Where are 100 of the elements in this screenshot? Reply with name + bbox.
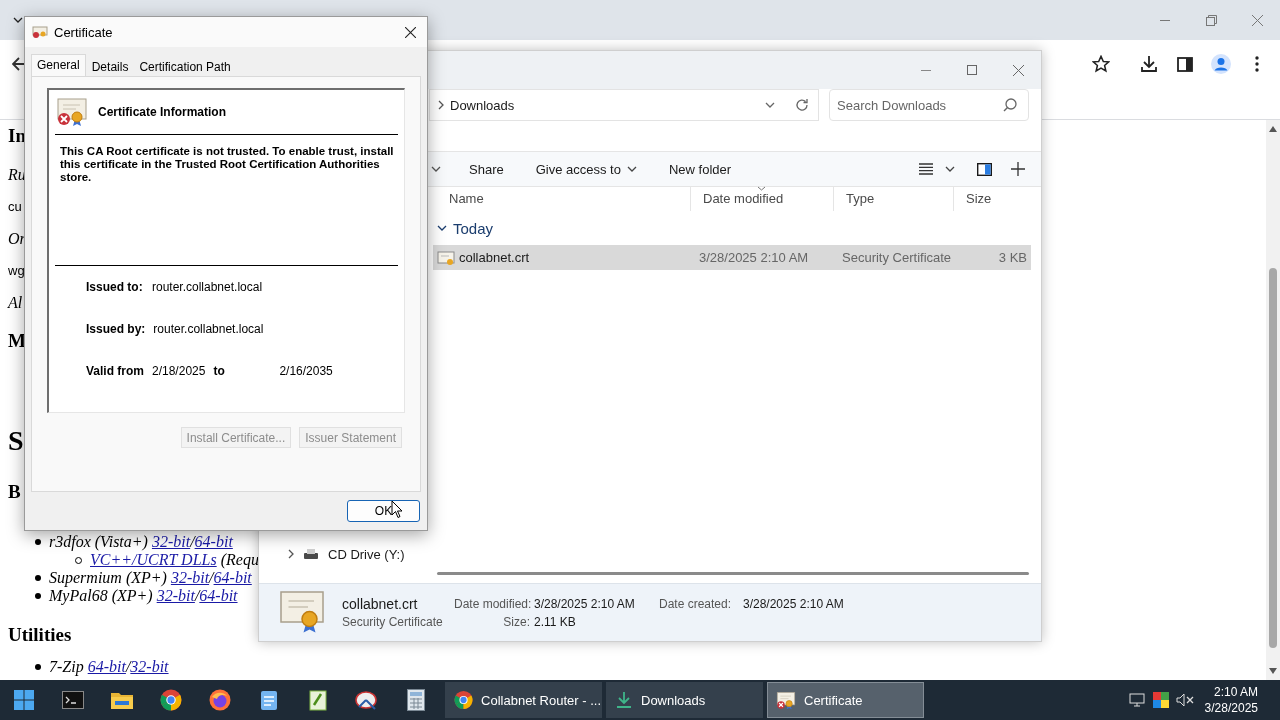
folder-icon[interactable] (111, 691, 133, 709)
chevron-down-icon[interactable] (765, 102, 775, 108)
download-link[interactable]: 64-bit (213, 569, 252, 586)
detail-value: 3/28/2025 2:10 AM (742, 596, 845, 611)
preview-pane-icon[interactable] (976, 162, 992, 176)
calculator-icon[interactable] (407, 689, 425, 711)
scrollbar-thumb[interactable] (1269, 268, 1277, 648)
list-bullet (35, 575, 41, 581)
tab[interactable]: Certification Path (134, 58, 236, 76)
page-heading: S (8, 425, 24, 456)
menu-icon[interactable] (1255, 56, 1259, 72)
text-editor-icon[interactable] (309, 689, 327, 711)
nav-item[interactable]: CD Drive (Y:) (259, 542, 429, 566)
chevron-down-icon (437, 225, 447, 231)
side-panel-icon[interactable] (1177, 56, 1193, 72)
address-bar[interactable]: Downloads (429, 89, 819, 121)
list-bullet (35, 593, 41, 599)
list-bullet (35, 539, 41, 545)
tab[interactable]: General (31, 54, 86, 76)
search-field[interactable]: Search Downloads (829, 89, 1029, 121)
minimize-icon[interactable] (921, 69, 931, 71)
certificate-error-icon (776, 690, 796, 710)
field-value: 2/16/2035 (279, 364, 333, 378)
taskbar-button[interactable]: Collabnet Router - ... (445, 682, 602, 718)
toolbar-button[interactable]: Give access to (519, 154, 653, 184)
detail-value: 2.11 KB (533, 614, 577, 629)
minimize-icon[interactable] (1160, 19, 1170, 21)
certificate-error-icon (56, 97, 88, 127)
field-label: Valid from (86, 364, 144, 378)
column-header[interactable]: Size (954, 187, 1035, 211)
list-item-text: 7-Zip 64-bit/32-bit (49, 658, 169, 676)
ok-button[interactable]: OK (347, 500, 420, 522)
notepad-icon[interactable] (260, 689, 278, 711)
body-text: wg (8, 263, 25, 278)
body-text: Or (8, 230, 26, 247)
column-header[interactable]: Date modified (691, 187, 834, 211)
restore-icon[interactable] (1205, 14, 1217, 26)
download-link[interactable]: 32-bit (151, 533, 191, 550)
satellite-dish-icon[interactable] (355, 689, 379, 711)
column-header[interactable]: Name (437, 187, 691, 211)
detail-label: Size: (502, 614, 531, 629)
tab[interactable]: Details (86, 58, 134, 76)
download-link[interactable]: 32-bit (170, 569, 210, 586)
chrome-icon (454, 690, 474, 710)
maximize-icon[interactable] (967, 65, 977, 75)
body-text: Al (8, 294, 23, 311)
breadcrumb-item[interactable]: Downloads (450, 97, 754, 113)
color-icon[interactable] (1152, 692, 1169, 708)
chevron-down-icon[interactable] (945, 166, 955, 172)
field-label: to (213, 364, 226, 378)
chrome-icon (160, 689, 182, 711)
download-link[interactable]: 64-bit (199, 587, 238, 604)
horizontal-scrollbar[interactable] (437, 572, 1029, 575)
download-link[interactable]: 32-bit (156, 587, 195, 604)
firefox-icon[interactable] (209, 689, 231, 711)
detail-value: 3/28/2025 2:10 AM (533, 596, 636, 611)
chevron-down-icon (626, 166, 637, 172)
mouse-pointer-icon (391, 500, 403, 519)
list-item-text: r3dfox (Vista+) 32-bit/64-bit (49, 533, 233, 551)
detail-file-type: Security Certificate (342, 614, 444, 629)
close-icon[interactable] (404, 26, 416, 38)
speaker-muted-icon[interactable] (1175, 693, 1194, 707)
tab-search-icon[interactable] (13, 17, 23, 23)
download-link[interactable]: 32-bit (130, 658, 169, 675)
section-heading: Certificate Information (98, 105, 226, 119)
certificate-file-icon (437, 249, 455, 266)
display-icon[interactable] (1128, 693, 1145, 707)
download-icon[interactable] (1140, 55, 1158, 73)
body-text: cu (8, 199, 22, 214)
file-size: 3 KB (998, 250, 1027, 265)
field-label: Issued to: (86, 280, 144, 294)
toolbar-button[interactable]: Share (453, 154, 520, 184)
field-label: Issued by: (86, 322, 146, 336)
file-name: collabnet.crt (459, 250, 530, 265)
terminal-icon[interactable] (62, 691, 84, 709)
toolbar-button[interactable]: New folder (652, 154, 748, 184)
section-heading: M (8, 330, 26, 351)
field-value: 2/18/2025 (152, 364, 206, 378)
chevron-down-icon[interactable] (431, 166, 441, 172)
windows-start-icon[interactable] (14, 690, 34, 710)
column-header[interactable]: Type (834, 187, 954, 211)
detail-label: Date modified: (454, 596, 532, 611)
file-row[interactable]: collabnet.crt 3/28/2025 2:10 AM Security Certificate 3 KB (433, 245, 1031, 270)
scroll-up-icon[interactable] (1269, 126, 1277, 132)
add-icon[interactable] (1011, 162, 1025, 176)
group-header[interactable]: Today (437, 211, 1041, 245)
search-icon[interactable] (1003, 98, 1017, 112)
download-link[interactable]: 64-bit (87, 658, 126, 675)
list-bullet (35, 664, 41, 670)
taskbar-button[interactable]: Certificate (767, 682, 924, 718)
taskbar-button[interactable]: Downloads (606, 682, 763, 718)
system-clock[interactable]: 2:10 AM 3/28/2025 (1204, 684, 1258, 716)
refresh-icon[interactable] (795, 98, 809, 112)
scroll-down-icon[interactable] (1269, 668, 1277, 674)
field-value: router.collabnet.local (152, 280, 263, 294)
profile-icon[interactable] (1211, 54, 1231, 74)
download-link[interactable]: VC++/UCRT DLLs (90, 551, 217, 568)
list-view-icon[interactable] (919, 163, 933, 175)
star-icon[interactable] (1092, 55, 1110, 73)
download-link[interactable]: 64-bit (194, 533, 233, 550)
